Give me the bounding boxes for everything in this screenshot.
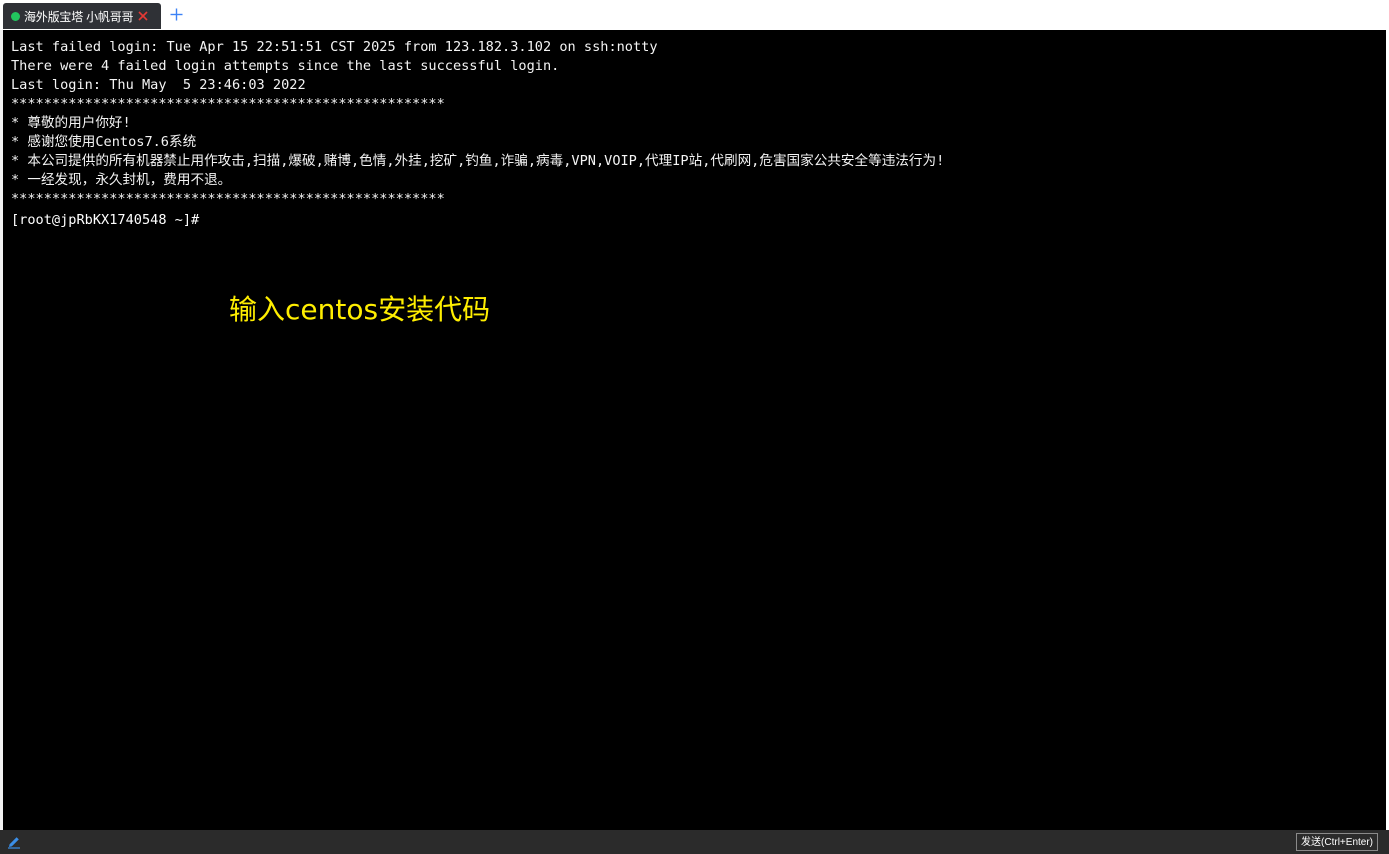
terminal-line: * 感谢您使用Centos7.6系统 (11, 134, 197, 150)
pencil-icon[interactable] (7, 834, 23, 850)
plus-icon[interactable] (168, 6, 184, 22)
shell-prompt[interactable]: [root@jpRbKX1740548 ~]# (11, 211, 944, 230)
terminal-line: There were 4 failed login attempts since… (11, 58, 560, 74)
tab-session[interactable]: 海外版宝塔 小帆哥哥 (3, 3, 161, 29)
terminal-lines: Last failed login: Tue Apr 15 22:51:51 C… (11, 38, 944, 230)
terminal-window: 海外版宝塔 小帆哥哥 Last failed login: Tue Apr 15… (0, 0, 1389, 854)
terminal-line: Last login: Thu May 5 23:46:03 2022 (11, 77, 306, 93)
terminal-output[interactable]: Last failed login: Tue Apr 15 22:51:51 C… (3, 30, 1386, 830)
terminal-line: ****************************************… (11, 191, 445, 207)
tab-label: 海外版宝塔 小帆哥哥 (24, 9, 134, 24)
terminal-line: * 本公司提供的所有机器禁止用作攻击,扫描,爆破,赌博,色情,外挂,挖矿,钓鱼,… (11, 153, 945, 169)
terminal-line: * 尊敬的用户你好! (11, 115, 131, 131)
annotation-text: 输入centos安装代码 (229, 293, 491, 326)
input-bar: 发送(Ctrl+Enter) (0, 830, 1389, 854)
terminal-line: Last failed login: Tue Apr 15 22:51:51 C… (11, 39, 658, 55)
terminal-line: * 一经发现，永久封机，费用不退。 (11, 172, 232, 188)
tab-bar: 海外版宝塔 小帆哥哥 (0, 0, 1389, 30)
connection-status-dot (11, 11, 20, 21)
terminal-line: ****************************************… (11, 96, 445, 112)
close-icon[interactable] (137, 10, 149, 22)
send-button[interactable]: 发送(Ctrl+Enter) (1296, 833, 1378, 851)
